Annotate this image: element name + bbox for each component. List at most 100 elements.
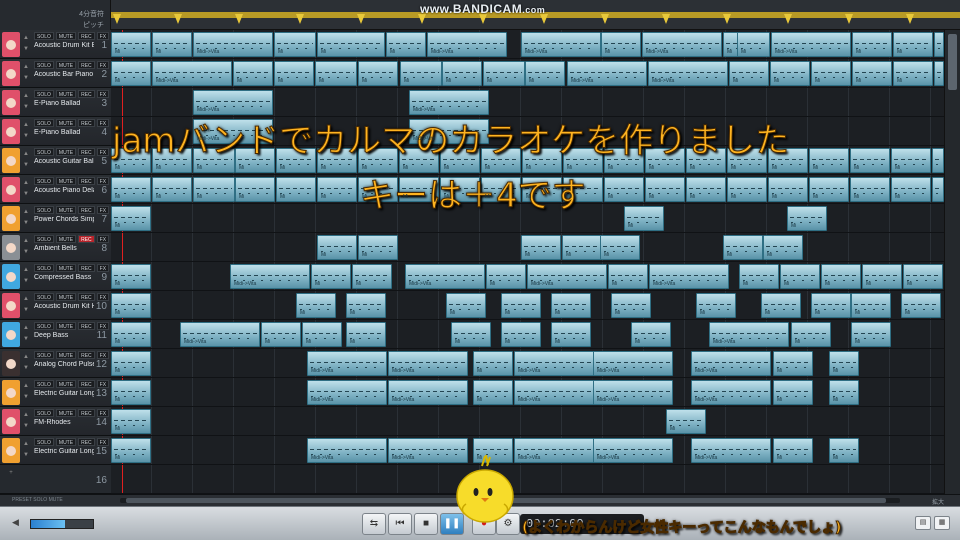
rec-button[interactable]: REC (78, 409, 95, 417)
rec-button[interactable]: REC (78, 351, 95, 359)
midi-clip[interactable]: Mi (358, 61, 398, 86)
bar-marker[interactable] (296, 14, 304, 24)
midi-clip[interactable]: Mi (768, 177, 808, 202)
midi-clip[interactable]: Midi->Vita (405, 264, 485, 289)
fx-button[interactable]: FX (96, 177, 110, 185)
midi-clip[interactable]: Mi (770, 61, 810, 86)
bar-marker[interactable] (601, 14, 609, 24)
solo-button[interactable]: SOLO (34, 409, 54, 417)
midi-clip[interactable]: Midi->Vita (593, 380, 673, 405)
track-header[interactable]: ▲▼ SOLO MUTE REC FX Power Chords Simple 7 (0, 204, 111, 233)
track-header[interactable]: ▲ ▼ SOLO MUTE REC FX Compressed Bass 9 (0, 262, 111, 291)
vocaloid-avatar-icon[interactable] (2, 90, 20, 115)
midi-clip[interactable]: Mi (152, 177, 192, 202)
track-header[interactable]: ▲ ▼ SOLO MUTE REC FX Acoustic Guitar Ball… (0, 146, 111, 175)
fx-button[interactable]: FX (96, 380, 110, 388)
instrument-switch-icon[interactable]: ▲ ▼ (23, 62, 29, 84)
bar-marker[interactable] (906, 14, 914, 24)
track-header[interactable]: ▲▼ SOLO MUTE REC FX Analog Chord Pulser … (0, 349, 111, 378)
mute-button[interactable]: MUTE (55, 90, 77, 98)
midi-clip[interactable]: Midi->Vita (691, 351, 771, 376)
vocaloid-avatar-icon[interactable] (2, 206, 20, 231)
mute-button[interactable]: MUTE (55, 206, 77, 214)
midi-clip[interactable]: Midi->Vita (307, 380, 387, 405)
midi-clip[interactable]: Mi (761, 293, 801, 318)
midi-clip[interactable]: Mi (850, 177, 890, 202)
track-name[interactable]: Ambient Bells (34, 245, 94, 252)
midi-clip[interactable]: Mi (111, 293, 151, 318)
midi-clip[interactable]: Mi (601, 32, 641, 57)
vocaloid-avatar-icon[interactable] (2, 177, 20, 202)
midi-clip[interactable]: Mi (821, 264, 861, 289)
fx-button[interactable]: FX (96, 438, 110, 446)
zoom-label[interactable]: 拡大 (932, 497, 944, 506)
track-lane[interactable]: Mi Midi->Vita Mi Mi Mi Mi Mi Mi Mi Mi Midi->Vita Mi… (111, 59, 944, 88)
instrument-switch-icon[interactable]: ▲ ▼ (23, 352, 29, 374)
midi-clip[interactable]: Mi (521, 235, 561, 260)
vocaloid-avatar-icon[interactable] (2, 235, 20, 260)
midi-clip[interactable]: Mi (737, 32, 770, 57)
midi-clip[interactable]: Mi (893, 61, 933, 86)
track-lane[interactable] (111, 465, 944, 494)
instrument-switch-icon[interactable]: ▲ ▼ (23, 207, 29, 229)
vocaloid-avatar-icon[interactable] (2, 32, 20, 57)
track-name[interactable]: E-Piano Ballad (34, 100, 94, 107)
instrument-switch-icon[interactable]: ▲ ▼ (23, 381, 29, 403)
midi-clip[interactable]: Mi (276, 177, 316, 202)
midi-clip[interactable]: Mi (829, 380, 859, 405)
midi-clip[interactable]: Mi (829, 438, 859, 463)
midi-clip[interactable]: Mi (346, 293, 386, 318)
midi-clip[interactable] (932, 177, 944, 202)
midi-clip[interactable]: Midi->Vita (514, 380, 594, 405)
midi-clip[interactable]: Mi (600, 235, 640, 260)
midi-clip[interactable]: Mi (111, 351, 151, 376)
track-header[interactable]: ▲ ▼ SOLO MUTE REC FX Acoustic Drum Kit Br… (0, 30, 111, 59)
midi-clip[interactable]: Mi (317, 32, 385, 57)
rewind-button[interactable]: ⏮ (388, 513, 412, 535)
midi-clip[interactable]: Midi->Vita (193, 32, 273, 57)
mute-button[interactable]: MUTE (55, 148, 77, 156)
solo-button[interactable]: SOLO (34, 206, 54, 214)
bar-marker[interactable] (662, 14, 670, 24)
mute-button[interactable]: MUTE (55, 264, 77, 272)
instrument-switch-icon[interactable]: ▲ ▼ (23, 236, 29, 258)
track-header[interactable]: ▲ ▼ SOLO MUTE REC FX Ambient Bells 8 (0, 233, 111, 262)
midi-clip[interactable]: Mi (451, 322, 491, 347)
track-name[interactable]: Acoustic Drum Kit Br (34, 42, 94, 49)
midi-clip[interactable]: Midi->Vita (307, 438, 387, 463)
midi-clip[interactable]: Midi->Vita (388, 380, 468, 405)
fx-button[interactable]: FX (96, 322, 110, 330)
midi-clip[interactable]: Mi (852, 32, 892, 57)
add-track-icon[interactable]: + (8, 468, 14, 490)
fx-button[interactable]: FX (96, 293, 110, 301)
midi-clip[interactable]: Mi (891, 177, 931, 202)
midi-clip[interactable]: Midi->Vita (593, 438, 673, 463)
track-header[interactable]: +16 (0, 465, 111, 494)
mixer-view-icon[interactable]: ▤ (915, 516, 931, 530)
solo-button[interactable]: SOLO (34, 351, 54, 359)
midi-clip[interactable]: Mi (791, 322, 831, 347)
solo-button[interactable]: SOLO (34, 438, 54, 446)
instrument-switch-icon[interactable]: ▲ ▼ (23, 120, 29, 142)
midi-clip[interactable]: Mi (666, 409, 706, 434)
midi-clip[interactable]: Mi (111, 61, 151, 86)
midi-clip[interactable]: Mi (111, 409, 151, 434)
midi-clip[interactable]: Midi->Vita (648, 61, 728, 86)
midi-clip[interactable]: Mi (773, 380, 813, 405)
mute-button[interactable]: MUTE (55, 351, 77, 359)
grid-view-icon[interactable]: ▦ (934, 516, 950, 530)
midi-clip[interactable]: Midi->Vita (152, 61, 232, 86)
rec-button[interactable]: REC (78, 264, 95, 272)
midi-clip[interactable] (934, 61, 944, 86)
rec-button[interactable]: REC (78, 148, 95, 156)
midi-clip[interactable]: Mi (608, 264, 648, 289)
track-name[interactable]: Acoustic Guitar Balla (34, 158, 94, 165)
vocaloid-avatar-icon[interactable] (2, 380, 20, 405)
instrument-switch-icon[interactable]: ▲ ▼ (23, 439, 29, 461)
midi-clip[interactable]: Mi (852, 61, 892, 86)
midi-clip[interactable]: Midi->Vita (567, 61, 647, 86)
track-header[interactable]: ▲ ▼ SOLO MUTE REC FX Acoustic Bar Piano 2 (0, 59, 111, 88)
bar-marker[interactable] (113, 14, 121, 24)
track-header[interactable]: ▲ ▼ SOLO MUTE REC FX Acoustic Piano Delay… (0, 175, 111, 204)
midi-clip[interactable]: Mi (274, 32, 316, 57)
